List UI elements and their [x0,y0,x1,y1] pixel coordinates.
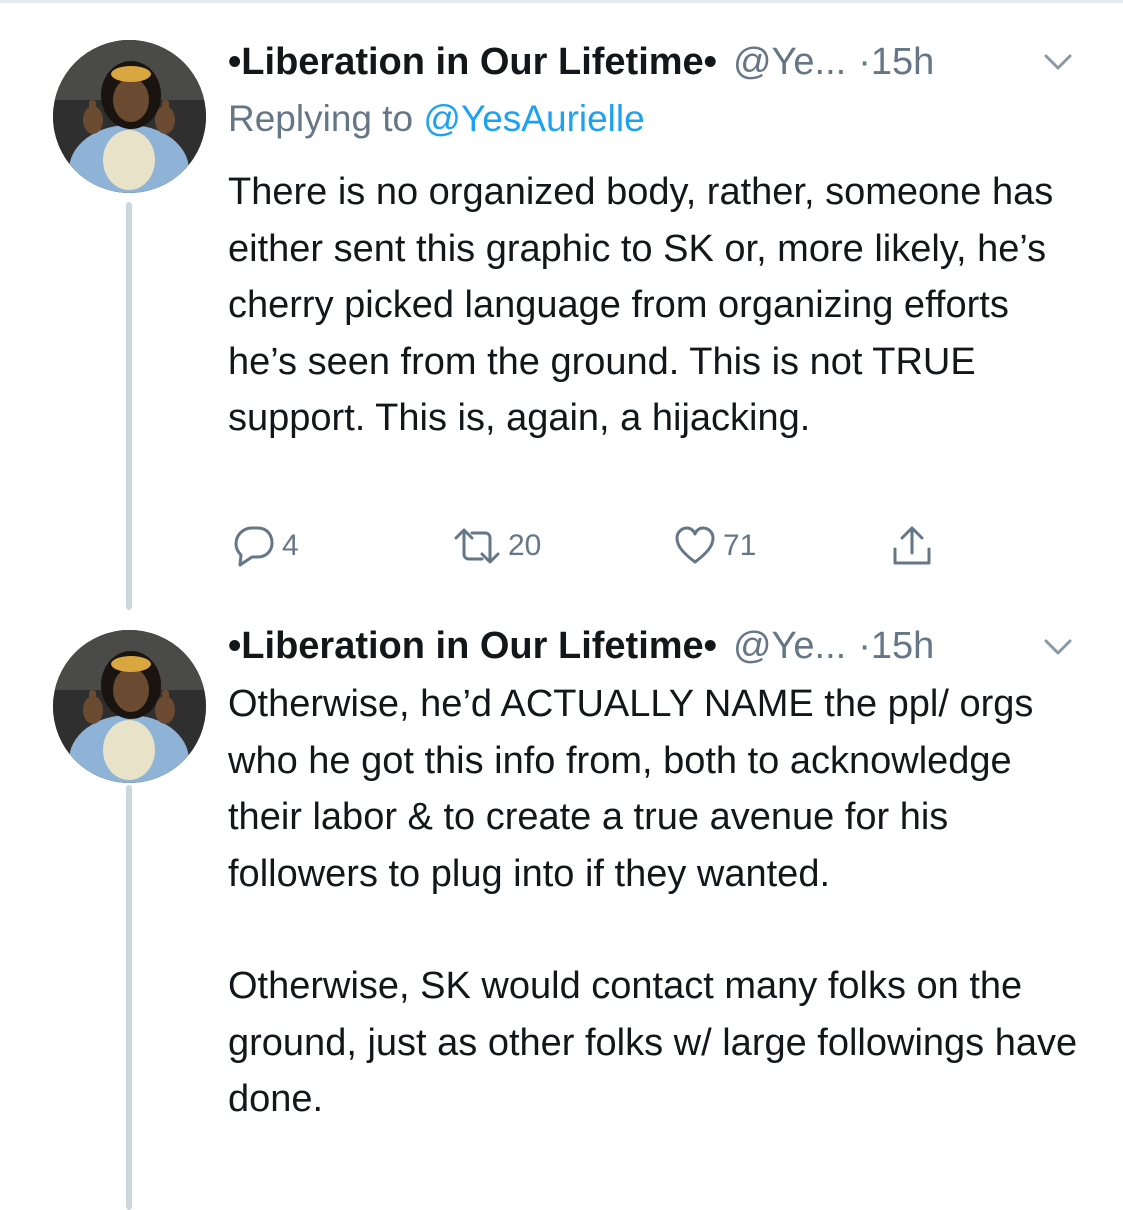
timestamp[interactable]: ·15h [858,37,934,87]
retweet-icon [452,524,502,568]
tweet-paragraph: Otherwise, SK would contact many folks o… [228,965,1078,1120]
chevron-down-icon[interactable] [1043,52,1073,72]
thread-connector [126,202,132,610]
reply-count: 4 [282,529,299,562]
share-button[interactable] [890,518,934,574]
reply-handle-link[interactable]: @YesAurielle [423,98,644,139]
avatar[interactable] [53,40,206,193]
tweet-actions: 4 20 71 [228,518,988,574]
display-name[interactable]: •Liberation in Our Lifetime• [228,621,717,671]
tweet-paragraph: There is no organized body, rather, some… [228,171,1054,439]
display-name[interactable]: •Liberation in Our Lifetime• [228,37,717,87]
heart-icon [673,524,717,568]
tweet-header: •Liberation in Our Lifetime• @Ye... ·15h [228,621,934,671]
tweet[interactable]: •Liberation in Our Lifetime• @Ye... ·15h… [0,0,1123,620]
tweet-paragraph: Otherwise, he’d ACTUALLY NAME the ppl/ o… [228,683,1034,895]
tweet-text: Otherwise, he’d ACTUALLY NAME the ppl/ o… [228,676,1088,1128]
retweet-button[interactable]: 20 [452,518,541,574]
avatar[interactable] [53,630,206,783]
like-button[interactable]: 71 [673,518,756,574]
replying-to: Replying to @YesAurielle [228,94,645,144]
reply-button[interactable]: 4 [228,518,299,574]
like-count: 71 [723,529,757,562]
tweet[interactable]: •Liberation in Our Lifetime• @Ye... ·15h… [0,610,1123,1210]
tweet-header: •Liberation in Our Lifetime• @Ye... ·15h [228,37,934,87]
tweet-text: There is no organized body, rather, some… [228,164,1088,447]
user-handle[interactable]: @Ye... [733,37,846,87]
retweet-count: 20 [508,529,542,562]
reply-icon [228,524,276,568]
share-icon [890,523,934,569]
user-handle[interactable]: @Ye... [733,621,846,671]
thread-connector [126,785,132,1210]
chevron-down-icon[interactable] [1043,637,1073,657]
timestamp[interactable]: ·15h [858,621,934,671]
replying-to-label: Replying to [228,98,424,139]
